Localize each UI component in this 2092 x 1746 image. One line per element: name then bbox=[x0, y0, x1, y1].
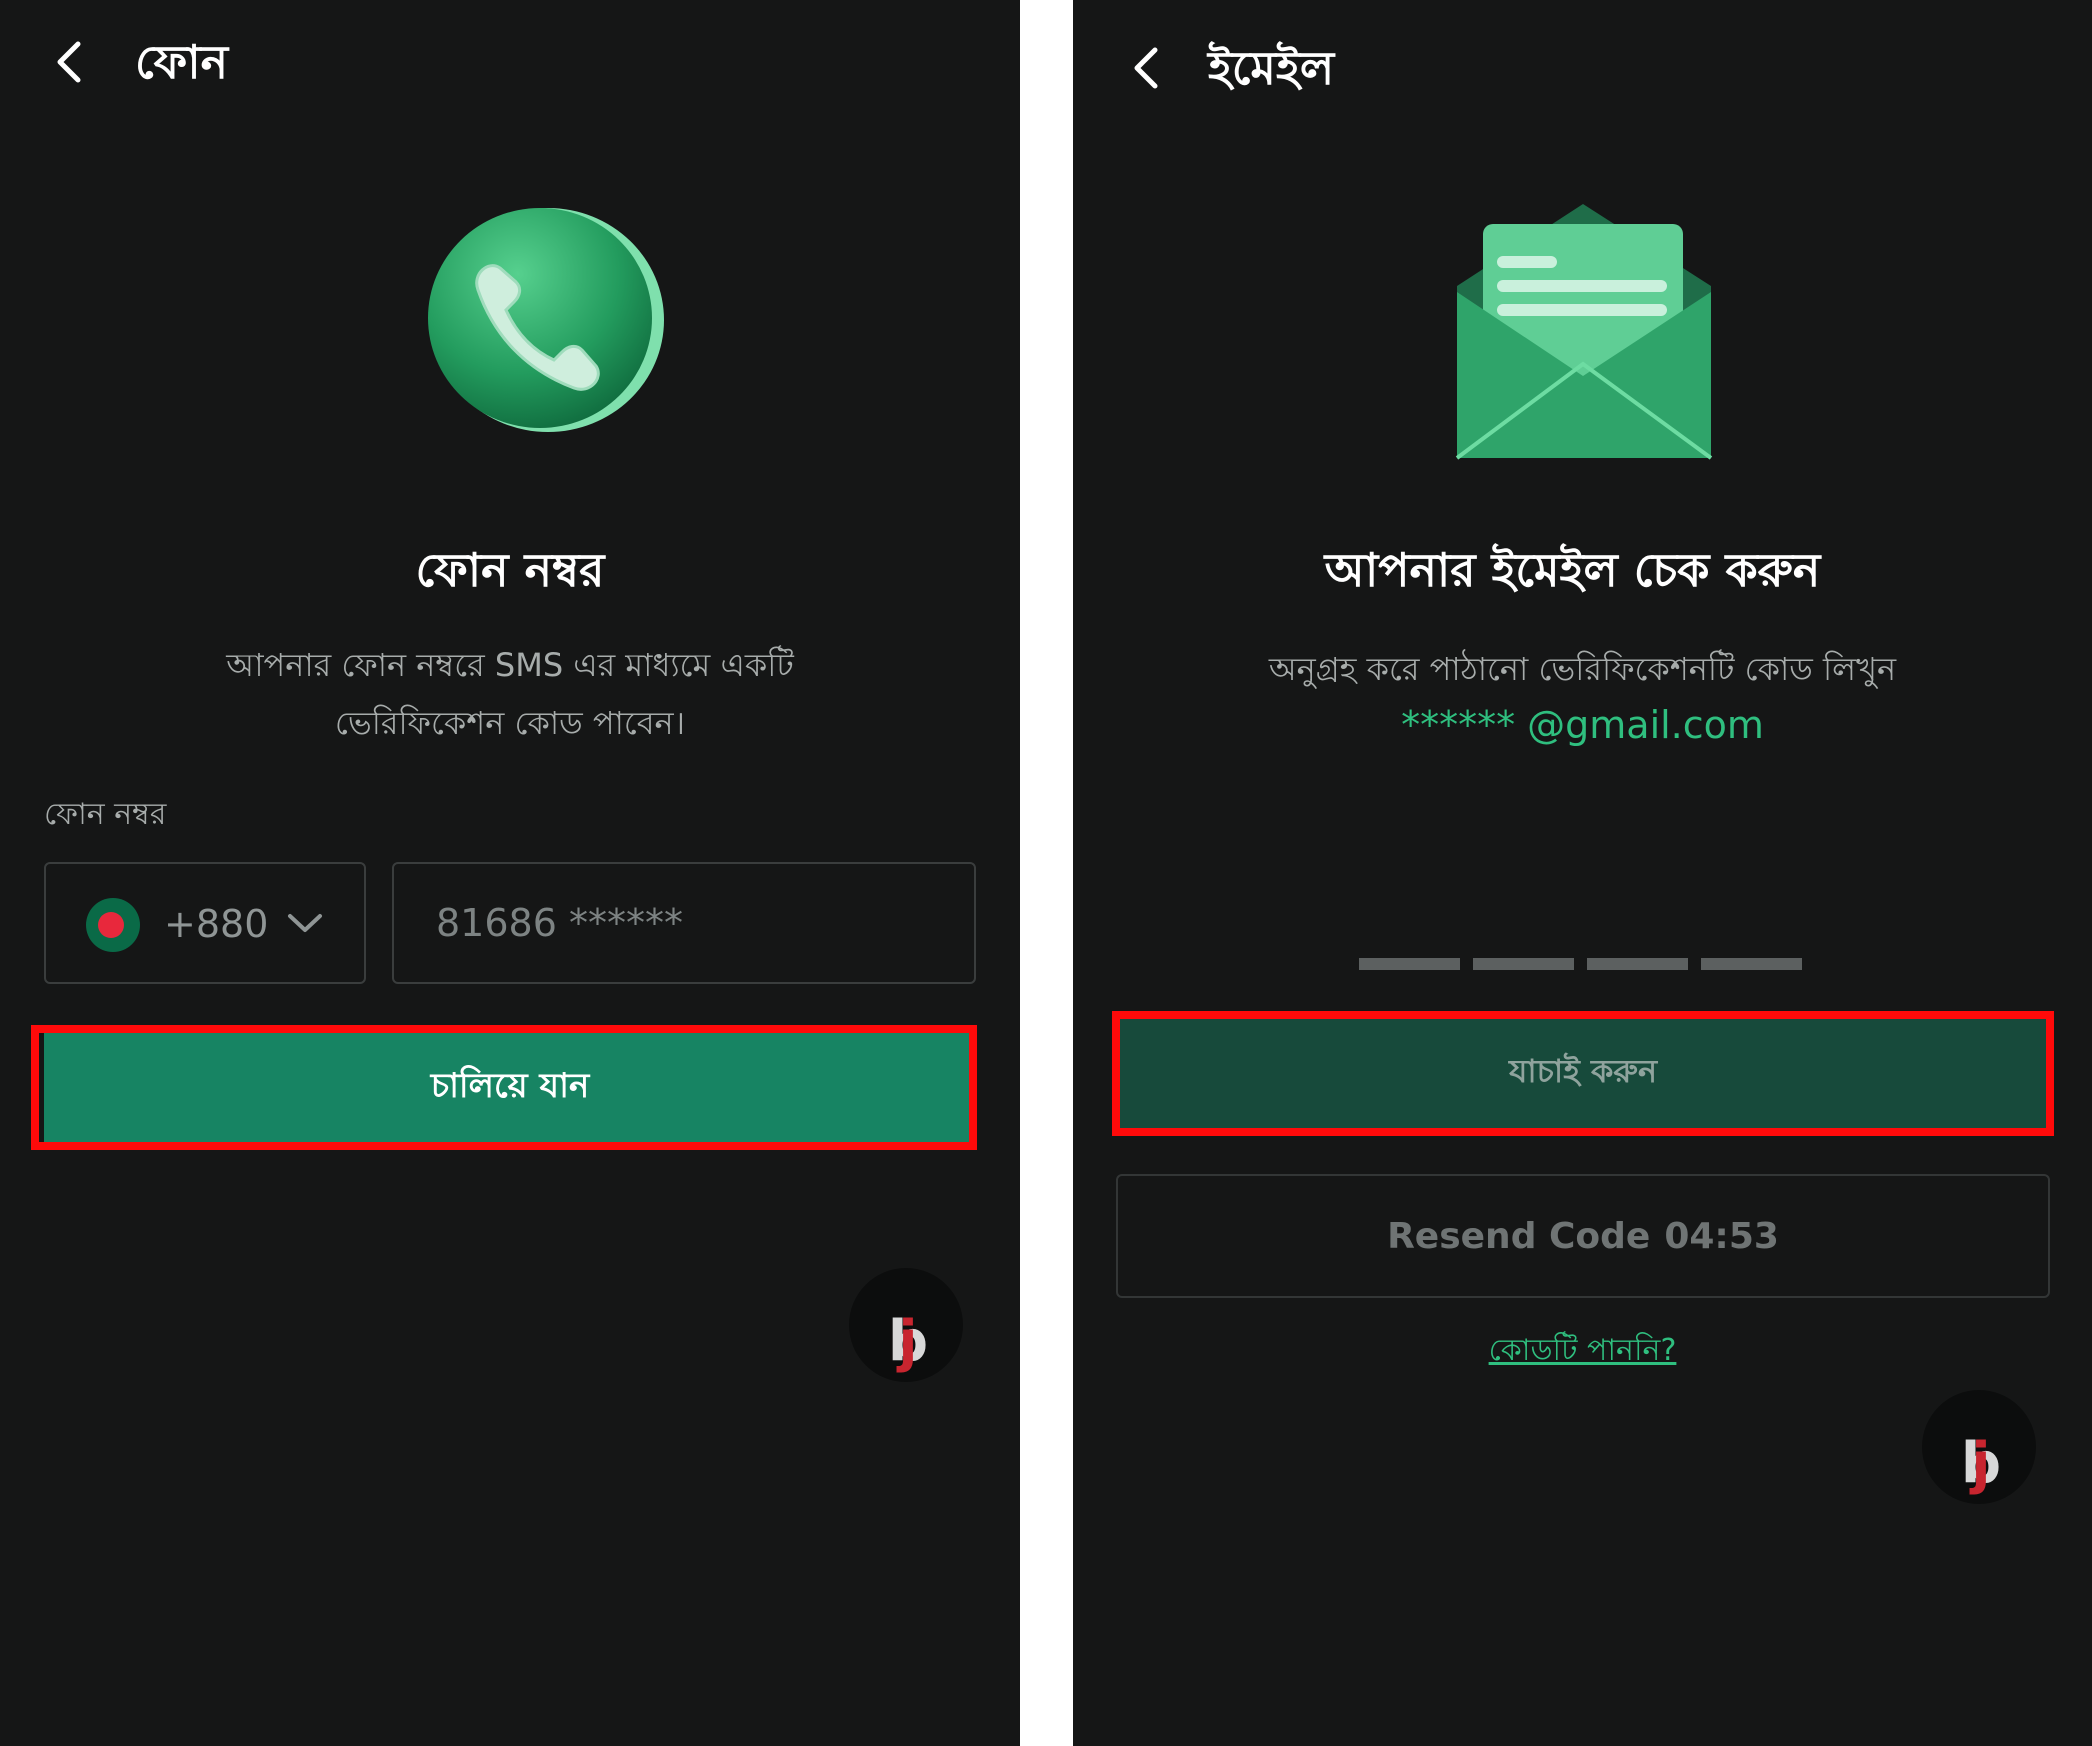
resend-code-button[interactable]: Resend Code 04:53 bbox=[1116, 1174, 2050, 1298]
bangladesh-flag-icon bbox=[86, 898, 140, 952]
resend-timer: 04:53 bbox=[1664, 1215, 1779, 1257]
phone-field-label: ফোন নম্বর bbox=[44, 797, 167, 832]
phone-icon bbox=[428, 208, 664, 432]
code-digit-slot[interactable] bbox=[1473, 958, 1574, 970]
email-heading: আপনার ইমেইল চেক করুন bbox=[1324, 543, 1821, 597]
phone-description-line1: আপনার ফোন নম্বরে SMS এর মাধ্যমে একটি bbox=[226, 646, 794, 684]
top-bar: ফোন bbox=[0, 28, 1020, 98]
resend-code-label: Resend Code bbox=[1387, 1215, 1651, 1257]
chevron-down-icon bbox=[288, 914, 322, 932]
country-code-select[interactable]: +880 bbox=[44, 862, 366, 984]
page-title: ফোন bbox=[135, 35, 229, 89]
code-digit-slot[interactable] bbox=[1701, 958, 1802, 970]
country-code-value: +880 bbox=[164, 902, 269, 946]
bj-logo-icon: bj bbox=[849, 1268, 963, 1382]
envelope-icon bbox=[1455, 204, 1713, 460]
back-arrow-icon[interactable] bbox=[48, 34, 92, 90]
code-digit-slot[interactable] bbox=[1359, 958, 1460, 970]
phone-screen: ফোন ফোন নম্বর আপনার ফোন নম্বরে SMS এর মা… bbox=[0, 0, 1020, 1746]
no-code-link[interactable]: কোডটি পাননি? bbox=[1073, 1326, 2092, 1376]
phone-number-input[interactable] bbox=[392, 862, 976, 984]
continue-button[interactable]: চালিয়ে যান bbox=[44, 1028, 976, 1148]
verify-button[interactable]: যাচাই করুন bbox=[1120, 1015, 2046, 1131]
code-digit-slot[interactable] bbox=[1587, 958, 1688, 970]
top-bar: ইমেইল bbox=[1073, 34, 2092, 104]
masked-email: ****** @gmail.com bbox=[1401, 703, 1764, 747]
bj-logo-icon: bj bbox=[1922, 1390, 2036, 1504]
phone-description-line2: ভেরিফিকেশন কোড পাবেন। bbox=[334, 704, 686, 742]
phone-heading: ফোন নম্বর bbox=[415, 543, 605, 597]
email-description: অনুগ্রহ করে পাঠানো ভেরিফিকেশনটি কোড লিখু… bbox=[1268, 650, 1897, 688]
page-title: ইমেইল bbox=[1208, 41, 1335, 95]
email-screen: ইমেইল আপনার ইমেইল চেক করুন অনুগ্রহ করে প… bbox=[1073, 0, 2092, 1746]
back-arrow-icon[interactable] bbox=[1125, 40, 1169, 96]
